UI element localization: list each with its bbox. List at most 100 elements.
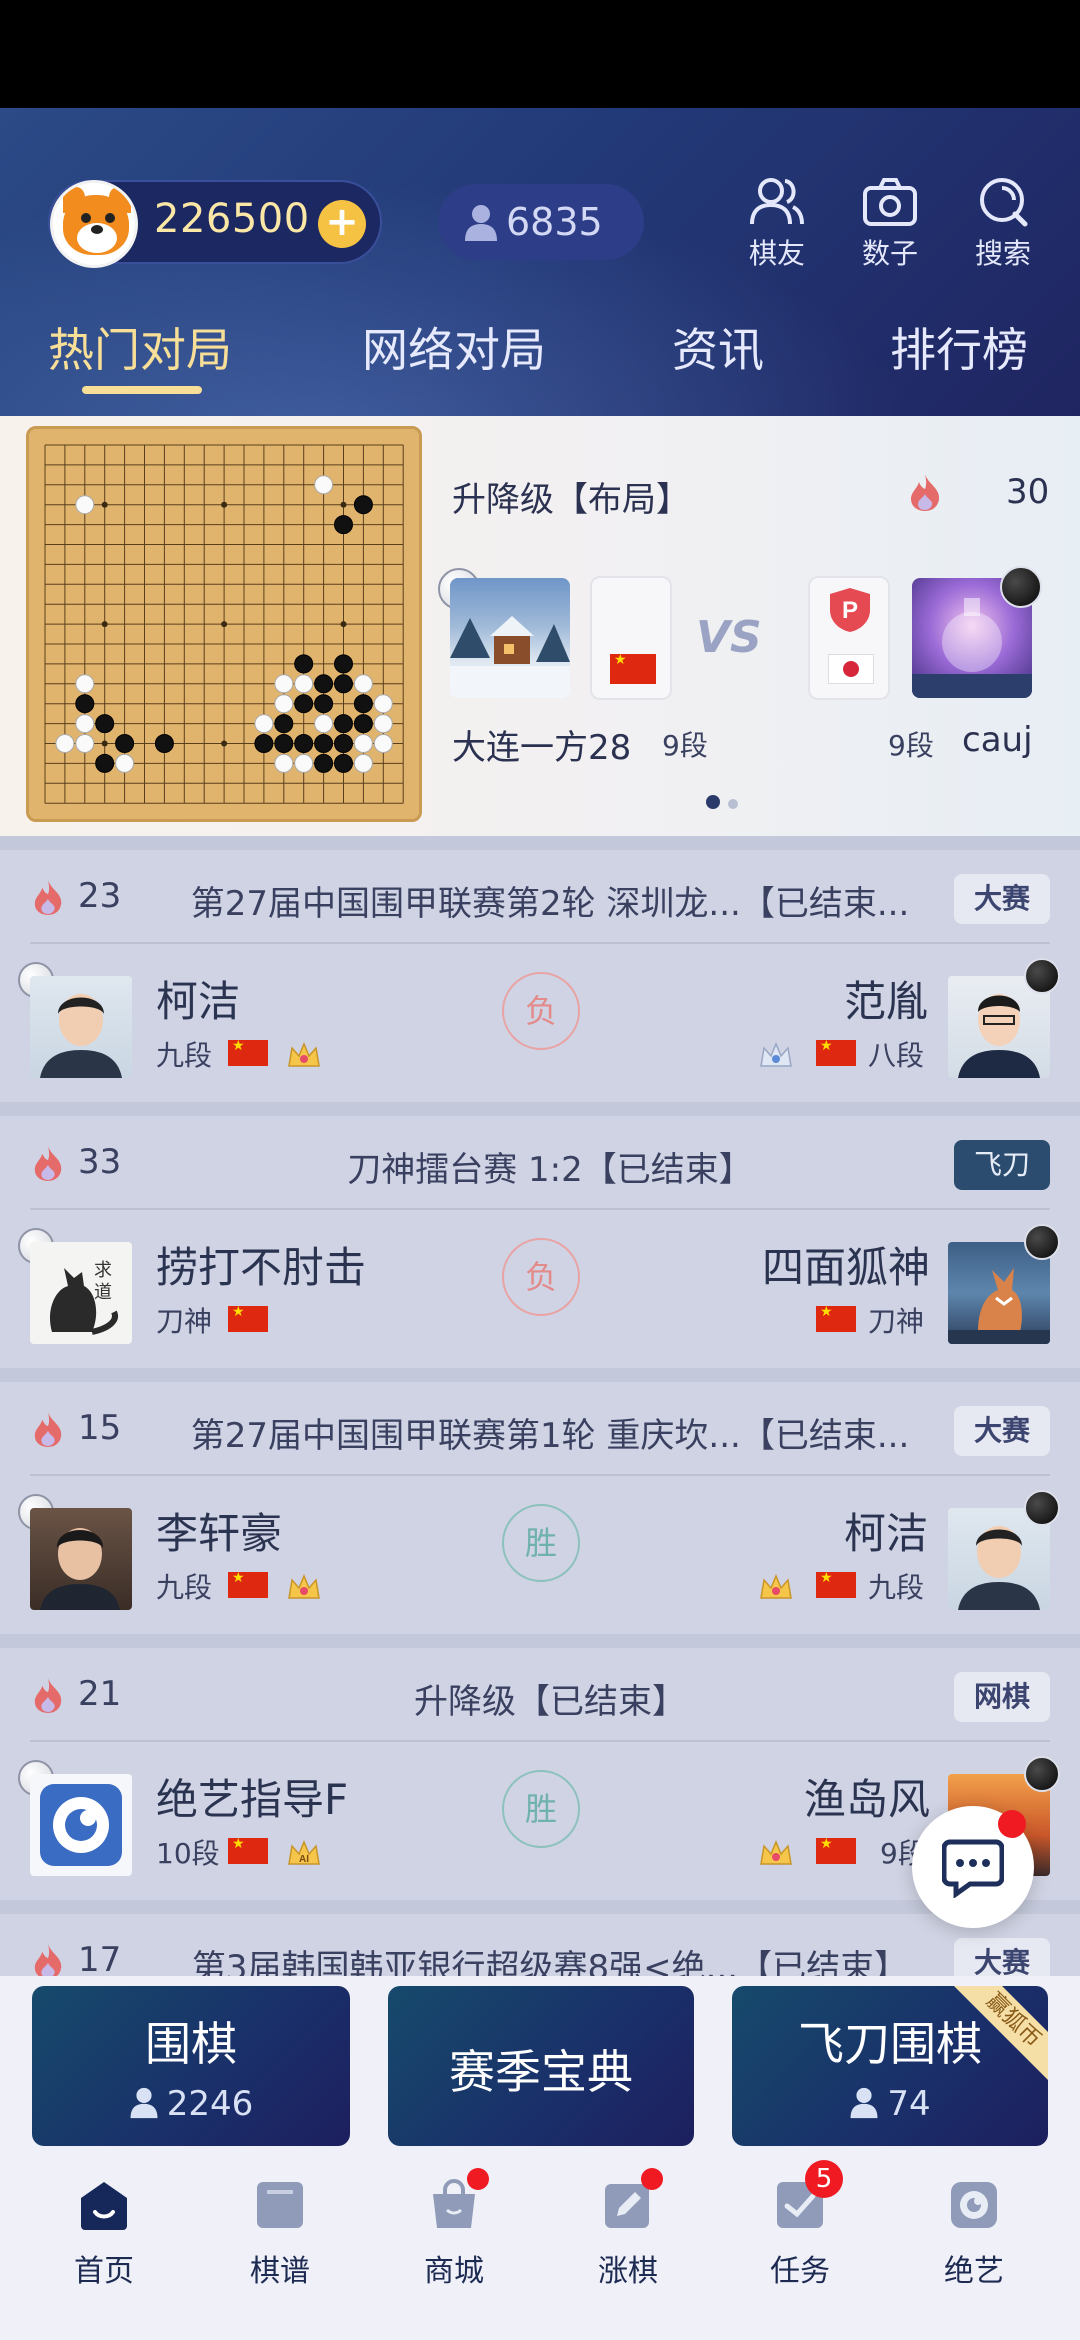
- nav-improve[interactable]: 涨棋: [558, 2168, 698, 2290]
- person-icon: [130, 2087, 158, 2119]
- tab-news[interactable]: 资讯: [672, 314, 764, 380]
- right-player-flag-card: P: [808, 576, 890, 700]
- black-stone: [314, 694, 334, 714]
- online-users[interactable]: 6835: [438, 184, 644, 260]
- flame-icon: [34, 1146, 62, 1181]
- go-board: [44, 444, 404, 804]
- game-tag[interactable]: 大赛: [953, 1406, 1050, 1456]
- left-player-rank: 九段: [156, 1039, 213, 1072]
- featured-game-banner[interactable]: 升降级【布局】 30 VS P 大连: [0, 416, 1080, 836]
- game-title: 第27届中国围甲联赛第1轮 重庆坎...【已结束...: [190, 1416, 910, 1456]
- japan-flag-icon: [828, 654, 874, 684]
- bottom-panel: 围棋 2246 赛季宝典 飞刀围棋 74 赢狐币 首页 棋谱 商城 涨棋 5 任…: [0, 1976, 1080, 2340]
- divider: [30, 1474, 1050, 1476]
- black-stone: [353, 495, 373, 515]
- black-stone: [334, 654, 353, 674]
- game-card[interactable]: 15 第27届中国围甲联赛第1轮 重庆坎...【已结束... 大赛 李轩豪 九段…: [0, 1368, 1080, 1626]
- coin-balance[interactable]: 226500 +: [48, 180, 382, 268]
- nav-jueyi[interactable]: 绝艺: [904, 2170, 1044, 2290]
- white-stone: [373, 714, 393, 734]
- nav-shop[interactable]: 商城: [384, 2168, 524, 2290]
- left-player-avatar[interactable]: [450, 578, 570, 698]
- left-player-avatar[interactable]: [30, 1774, 132, 1876]
- flame-icon: [34, 880, 62, 915]
- white-stone: [314, 475, 334, 495]
- add-coins-icon[interactable]: +: [318, 200, 366, 248]
- svg-text:P: P: [842, 597, 858, 624]
- china-flag-icon: [816, 1304, 856, 1332]
- black-stone: [334, 753, 353, 773]
- flying-knife-mode-button[interactable]: 飞刀围棋 74 赢狐币: [732, 1986, 1048, 2146]
- season-guide-button[interactable]: 赛季宝典: [388, 1986, 694, 2146]
- count-stones-label: 数子: [861, 237, 918, 270]
- white-stone: [274, 753, 294, 773]
- search-button[interactable]: 搜索: [958, 176, 1048, 272]
- white-stone: [55, 734, 75, 753]
- tab-rankings[interactable]: 排行榜: [890, 314, 1028, 380]
- nav-tasks[interactable]: 5 任务: [730, 2160, 870, 2290]
- right-player-name: 渔岛风: [804, 1775, 931, 1824]
- white-stone: [75, 495, 95, 515]
- result-badge: 负: [502, 972, 580, 1050]
- friends-label: 棋友: [748, 237, 805, 270]
- friends-button[interactable]: 棋友: [732, 176, 822, 272]
- game-title: 第27届中国围甲联赛第2轮 深圳龙...【已结束...: [190, 884, 910, 924]
- left-player-rank: 9段: [662, 729, 708, 762]
- black-stone: [334, 515, 353, 535]
- nav-home-label: 首页: [74, 2254, 134, 2289]
- game-card[interactable]: 17 第3届韩国韩亚银行超级赛8强<绝...【已结束】 大赛: [0, 1900, 1080, 1976]
- left-player-avatar[interactable]: [30, 976, 132, 1078]
- go-board-preview[interactable]: [26, 426, 422, 822]
- flame-icon: [34, 1412, 62, 1447]
- left-player-avatar[interactable]: 求道: [30, 1242, 132, 1344]
- right-player-name: 范胤: [844, 977, 929, 1026]
- black-stone: [75, 694, 95, 714]
- left-player-name: 柯洁: [156, 977, 241, 1026]
- left-player-avatar[interactable]: [30, 1508, 132, 1610]
- game-card[interactable]: 33 刀神擂台赛 1:2【已结束】 飞刀 求道 捞打不肘击 刀神 负 刀神 四面…: [0, 1102, 1080, 1360]
- game-tag[interactable]: 网棋: [953, 1672, 1050, 1722]
- black-stone: [294, 654, 314, 674]
- count-stones-button[interactable]: 数子: [845, 176, 935, 272]
- tab-hot-games[interactable]: 热门对局: [48, 314, 232, 380]
- game-title: 升降级【已结束】: [414, 1682, 686, 1722]
- black-stone: [314, 753, 334, 773]
- black-stone-icon: [1024, 1756, 1060, 1792]
- left-player-name: 捞打不肘击: [156, 1243, 367, 1292]
- vs-label: VS: [696, 612, 762, 663]
- flame-icon: [34, 1944, 62, 1976]
- status-bar: [0, 0, 1080, 108]
- nav-home[interactable]: 首页: [34, 2170, 174, 2290]
- jueyi-icon: [947, 2178, 1001, 2232]
- task-icon: 5: [773, 2160, 843, 2232]
- black-stone: [353, 694, 373, 714]
- chat-button[interactable]: [912, 1806, 1034, 1928]
- black-stone: [274, 734, 294, 753]
- person-icon: [850, 2087, 878, 2119]
- game-tag[interactable]: 大赛: [953, 1938, 1050, 1976]
- friends-icon: [750, 178, 804, 225]
- heat-count: 33: [78, 1142, 122, 1182]
- result-badge: 胜: [502, 1770, 580, 1848]
- tab-online-games[interactable]: 网络对局: [362, 314, 546, 380]
- nav-jueyi-label: 绝艺: [944, 2254, 1004, 2289]
- user-avatar[interactable]: [50, 180, 138, 268]
- black-stone-icon: [1024, 1490, 1060, 1526]
- game-tag[interactable]: 飞刀: [953, 1140, 1050, 1190]
- flame-icon: [911, 474, 940, 511]
- home-icon: [77, 2178, 131, 2232]
- flame-icon: [34, 1678, 62, 1713]
- game-card[interactable]: 23 第27届中国围甲联赛第2轮 深圳龙...【已结束... 大赛 柯洁 九段 …: [0, 836, 1080, 1094]
- camera-icon: [863, 178, 917, 226]
- black-stone: [334, 714, 353, 734]
- nav-tasks-label: 任务: [770, 2254, 830, 2289]
- nav-shop-label: 商城: [424, 2254, 484, 2289]
- featured-heat-count: 30: [1006, 472, 1050, 512]
- go-mode-button[interactable]: 围棋 2246: [32, 1986, 350, 2146]
- nav-records[interactable]: 棋谱: [210, 2170, 350, 2290]
- svg-text:求: 求: [94, 1260, 112, 1281]
- right-player-rank: 八段: [868, 1039, 925, 1072]
- game-tag[interactable]: 大赛: [953, 874, 1050, 924]
- game-title: 第3届韩国韩亚银行超级赛8强<绝...【已结束】: [191, 1948, 909, 1976]
- online-count: 6835: [506, 200, 603, 244]
